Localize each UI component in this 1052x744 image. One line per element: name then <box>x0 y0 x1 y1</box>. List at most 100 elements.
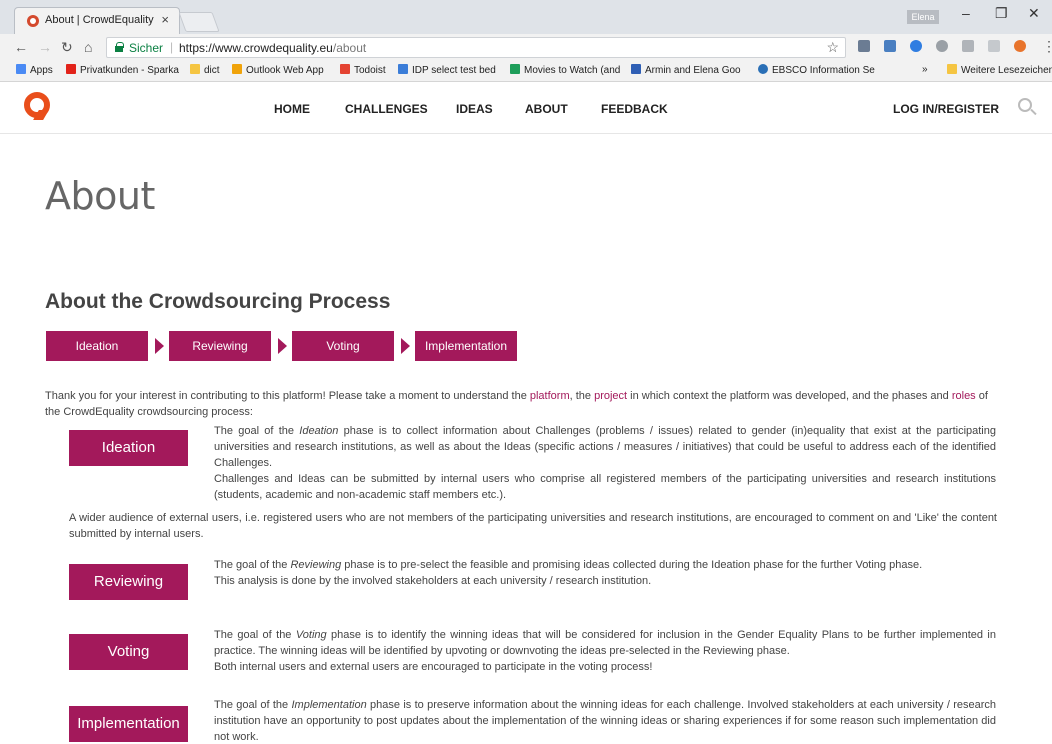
description-paragraph: Challenges and Ideas can be submitted by… <box>214 473 996 501</box>
description-paragraph: The goal of the Reviewing phase is to pr… <box>214 557 996 573</box>
url-base: https://www.crowdequality.eu <box>179 41 333 55</box>
nav-home[interactable]: HOME <box>274 102 310 116</box>
step-implementation[interactable]: Implementation <box>415 331 517 361</box>
crowdequality-favicon-icon <box>27 15 39 27</box>
text: phase is to pre-select the feasible and … <box>341 559 923 571</box>
todoist-icon <box>340 64 350 74</box>
apps-grid-icon <box>16 64 26 74</box>
bookmark-label: Movies to Watch (and <box>524 65 621 76</box>
ideation-button[interactable]: Ideation <box>69 430 188 466</box>
voting-button[interactable]: Voting <box>69 634 188 670</box>
bookmark-label: Todoist <box>354 65 386 76</box>
nav-challenges[interactable]: CHALLENGES <box>345 102 428 116</box>
step-reviewing[interactable]: Reviewing <box>169 331 271 361</box>
extension-icon[interactable] <box>988 40 1000 52</box>
forward-arrow-icon[interactable]: → <box>38 39 52 55</box>
bookmark-idp[interactable]: IDP select test bed <box>398 64 496 76</box>
bookmark-label: Weitere Lesezeichen <box>961 65 1052 76</box>
url-input[interactable]: Sicher | https://www.crowdequality.eu/ab… <box>106 37 846 58</box>
intro-text: in which context the platform was develo… <box>627 390 952 402</box>
step-ideation[interactable]: Ideation <box>46 331 148 361</box>
bookmark-dict[interactable]: dict <box>190 64 220 76</box>
extension-icon[interactable] <box>1014 40 1026 52</box>
bookmark-label: Privatkunden - Sparka <box>80 65 179 76</box>
intro-paragraph: Thank you for your interest in contribut… <box>45 388 1005 420</box>
bookmark-outlook[interactable]: Outlook Web App <box>232 64 324 76</box>
extension-icon[interactable] <box>962 40 974 52</box>
other-bookmarks[interactable]: Weitere Lesezeichen <box>947 64 1052 76</box>
description-paragraph: The goal of the Voting phase is to ident… <box>214 627 996 659</box>
implementation-button[interactable]: Implementation <box>69 706 188 742</box>
step-arrow-icon <box>401 338 410 354</box>
outlook-icon <box>232 64 242 74</box>
bookmark-label: Apps <box>30 65 53 76</box>
text: The goal of the <box>214 425 300 437</box>
step-voting[interactable]: Voting <box>292 331 394 361</box>
ebsco-icon <box>758 64 768 74</box>
bookmark-armin-elena[interactable]: Armin and Elena Goo <box>631 64 741 76</box>
calendar-icon <box>631 64 641 74</box>
crowdequality-logo-icon[interactable] <box>24 92 52 122</box>
phase-name: Ideation <box>299 425 339 437</box>
close-window-icon[interactable]: ✕ <box>1028 5 1040 22</box>
extension-icon[interactable] <box>884 40 896 52</box>
bookmark-star-icon[interactable]: ☆ <box>826 39 839 56</box>
tab-close-icon[interactable]: × <box>161 12 169 27</box>
ideation-description: The goal of the Ideation phase is to col… <box>214 423 996 503</box>
profile-badge[interactable]: Elena <box>907 10 939 24</box>
step-arrow-icon <box>155 338 164 354</box>
bookmark-label: EBSCO Information Se <box>772 65 875 76</box>
reviewing-button[interactable]: Reviewing <box>69 564 188 600</box>
reload-icon[interactable]: ↻ <box>61 39 73 56</box>
browser-tab[interactable]: About | CrowdEquality × <box>14 7 180 34</box>
page-title: About <box>45 174 155 218</box>
description-paragraph: The goal of the Ideation phase is to col… <box>214 423 996 471</box>
text: The goal of the <box>214 559 291 571</box>
text: The goal of the <box>214 699 292 711</box>
extension-icon[interactable] <box>936 40 948 52</box>
description-paragraph: This analysis is done by the involved st… <box>214 575 652 587</box>
restore-icon[interactable]: ❐ <box>995 5 1008 22</box>
voting-description: The goal of the Voting phase is to ident… <box>214 627 996 675</box>
site-header: HOME CHALLENGES IDEAS ABOUT FEEDBACK LOG… <box>0 82 1052 134</box>
folder-icon <box>190 64 200 74</box>
minimize-icon[interactable]: – <box>962 5 970 21</box>
intro-text: , the <box>569 390 595 402</box>
bookmark-label: IDP select test bed <box>412 65 496 76</box>
search-icon[interactable] <box>1018 98 1032 112</box>
home-icon[interactable]: ⌂ <box>84 39 92 55</box>
browser-menu-icon[interactable]: ⋮ <box>1042 38 1052 55</box>
bookmark-ebsco[interactable]: EBSCO Information Se <box>758 64 875 76</box>
description-paragraph: Both internal users and external users a… <box>214 661 653 673</box>
nav-feedback[interactable]: FEEDBACK <box>601 102 668 116</box>
implementation-description: The goal of the Implementation phase is … <box>214 697 996 744</box>
bookmarks-overflow-button[interactable]: » <box>922 64 928 75</box>
browser-tab-bar: About | CrowdEquality × Elena – ❐ ✕ <box>0 0 1052 34</box>
phase-name: Implementation <box>291 699 367 711</box>
login-register-link[interactable]: LOG IN/REGISTER <box>893 102 999 116</box>
project-link[interactable]: project <box>594 390 627 402</box>
back-arrow-icon[interactable]: ← <box>14 39 28 55</box>
reviewing-description: The goal of the Reviewing phase is to pr… <box>214 557 996 589</box>
url-text: https://www.crowdequality.eu/about <box>179 41 366 55</box>
text: The goal of the <box>214 629 296 641</box>
platform-link[interactable]: platform <box>530 390 570 402</box>
nav-ideas[interactable]: IDEAS <box>456 102 493 116</box>
sparkasse-icon <box>66 64 76 74</box>
section-title: About the Crowdsourcing Process <box>45 290 391 313</box>
bookmark-movies[interactable]: Movies to Watch (and <box>510 64 620 76</box>
extension-icon[interactable] <box>910 40 922 52</box>
nav-about[interactable]: ABOUT <box>525 102 568 116</box>
step-arrow-icon <box>278 338 287 354</box>
phase-name: Reviewing <box>290 559 342 571</box>
bookmark-sparkasse[interactable]: Privatkunden - Sparka <box>66 64 179 76</box>
extension-icon[interactable] <box>858 40 870 52</box>
sheets-icon <box>510 64 520 74</box>
bookmark-apps[interactable]: Apps <box>16 64 53 76</box>
bookmark-todoist[interactable]: Todoist <box>340 64 386 76</box>
new-tab-button[interactable] <box>178 12 220 32</box>
bookmark-label: Armin and Elena Goo <box>645 65 741 76</box>
roles-link[interactable]: roles <box>952 390 976 402</box>
intro-text: Thank you for your interest in contribut… <box>45 390 530 402</box>
bookmarks-bar: Apps Privatkunden - Sparka dict Outlook … <box>0 60 1052 82</box>
